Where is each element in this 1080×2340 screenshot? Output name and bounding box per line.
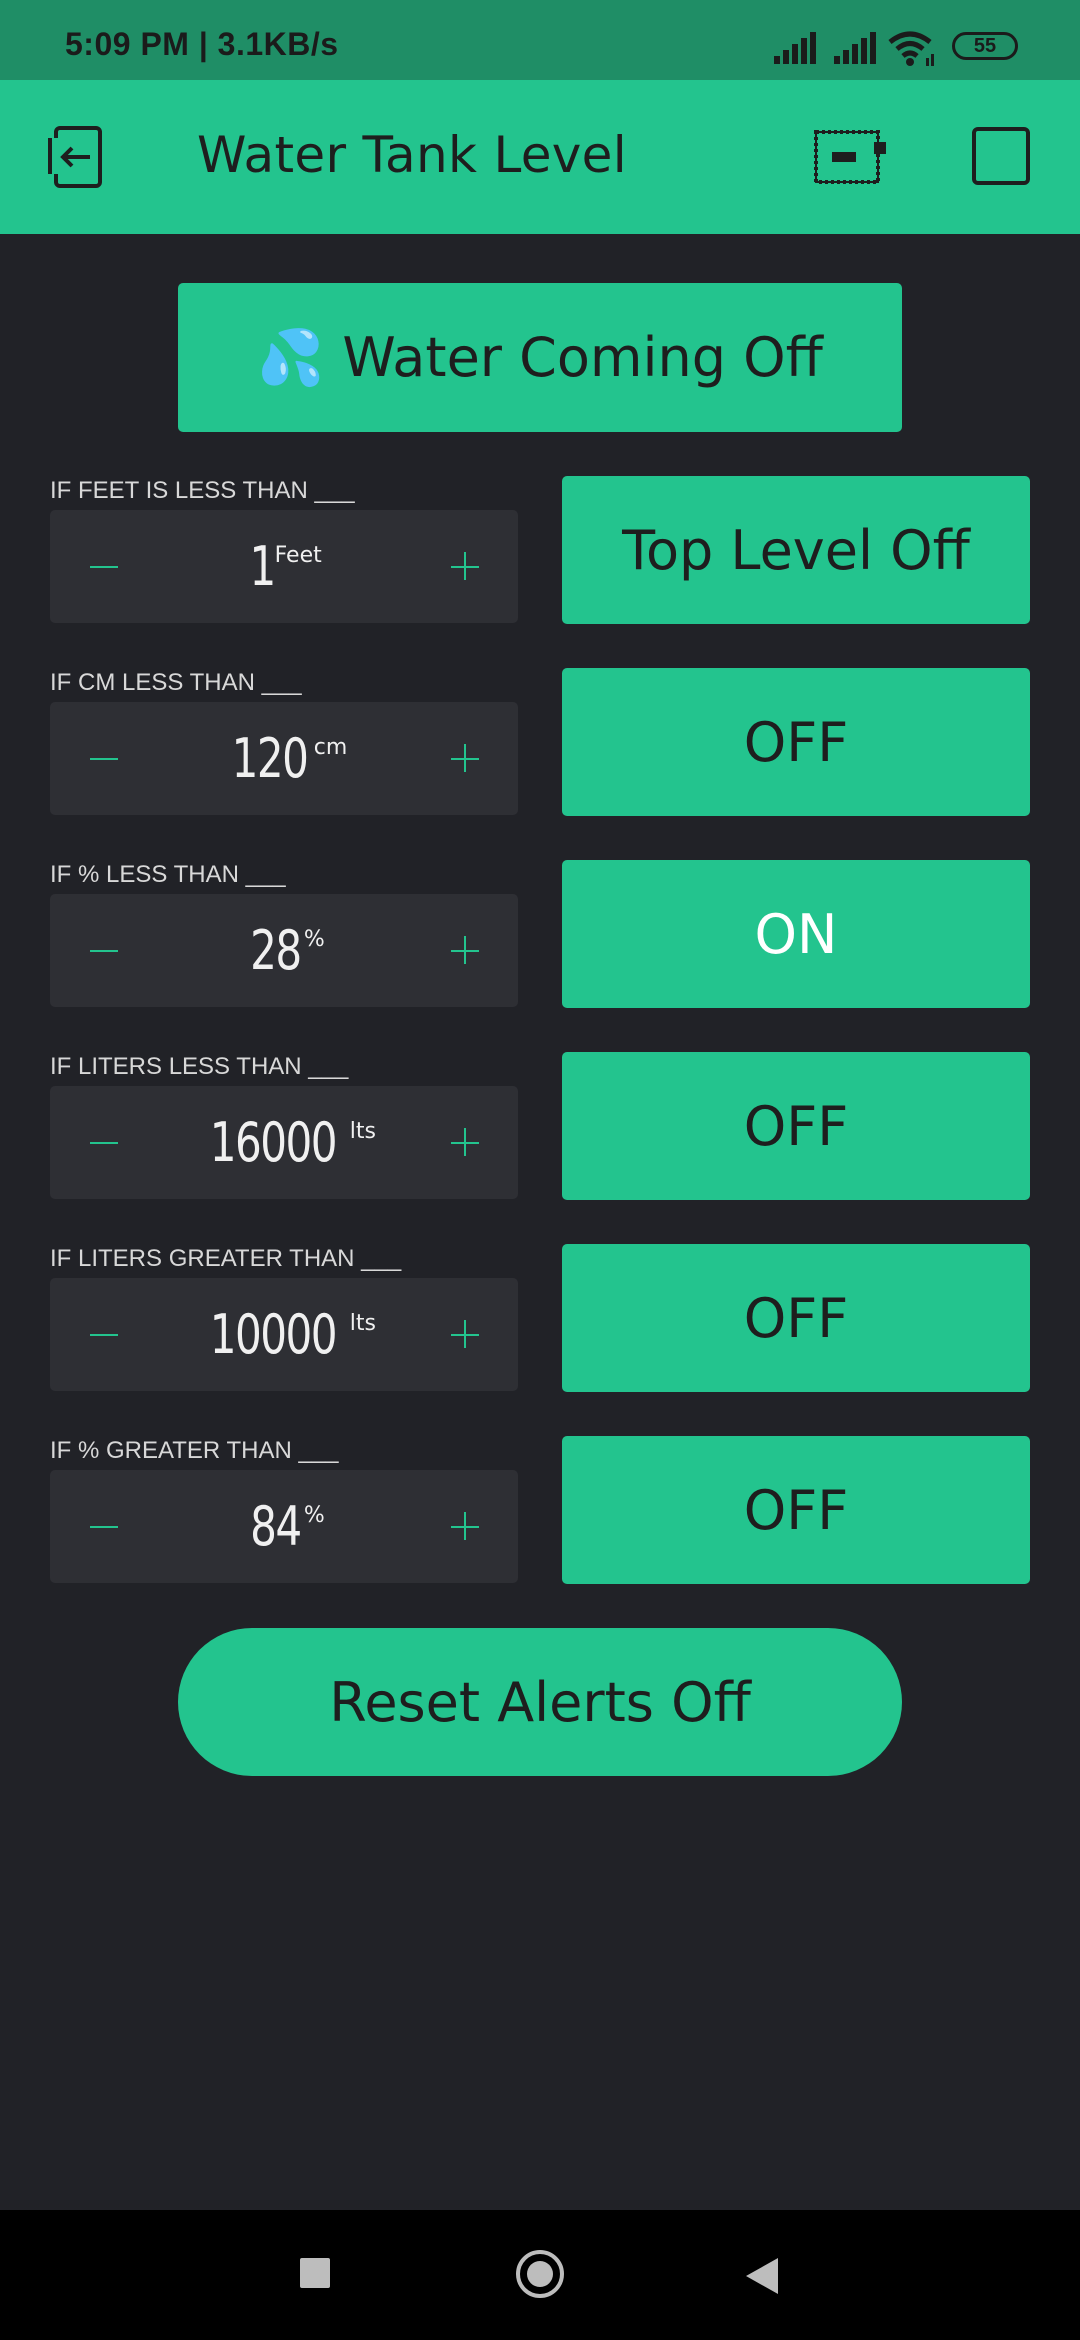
square-icon[interactable] [972, 127, 1030, 185]
plus-icon[interactable] [450, 740, 480, 776]
liters-less-toggle-button[interactable]: OFF [562, 1052, 1030, 1200]
plus-icon[interactable] [450, 1124, 480, 1160]
liters-greater-stepper: 10000 lts [50, 1278, 518, 1391]
cm-stepper: 120 cm [50, 702, 518, 815]
minus-icon[interactable] [90, 548, 120, 584]
rule-label: IF % GREATER THAN ___ [50, 1437, 339, 1464]
page-title: Water Tank Level [197, 126, 627, 184]
minus-icon[interactable] [90, 740, 120, 776]
home-icon[interactable] [516, 2250, 564, 2298]
water-coming-button[interactable]: 💦 Water Coming Off [178, 283, 902, 432]
navigation-bar [0, 2210, 1080, 2340]
stepper-value: 16000 lts [209, 1111, 376, 1174]
rule-label: IF LITERS LESS THAN ___ [50, 1053, 349, 1080]
minus-icon[interactable] [90, 1508, 120, 1544]
rule-label: IF LITERS GREATER THAN ___ [50, 1245, 402, 1272]
plus-icon[interactable] [450, 932, 480, 968]
water-coming-label: Water Coming Off [342, 326, 823, 389]
cm-toggle-button[interactable]: OFF [562, 668, 1030, 816]
signal-icon [834, 32, 876, 64]
liters-less-stepper: 16000 lts [50, 1086, 518, 1199]
rule-label: IF FEET IS LESS THAN ___ [50, 477, 355, 504]
reset-alerts-button[interactable]: Reset Alerts Off [178, 1628, 902, 1776]
percent-greater-toggle-button[interactable]: OFF [562, 1436, 1030, 1584]
device-icon[interactable] [812, 126, 886, 186]
stepper-value: 10000 lts [209, 1303, 376, 1366]
minus-icon[interactable] [90, 1124, 120, 1160]
feet-stepper: 1 Feet [50, 510, 518, 623]
wifi-icon [888, 31, 934, 66]
plus-icon[interactable] [450, 1508, 480, 1544]
percent-less-stepper: 28% [50, 894, 518, 1007]
stepper-value: 28% [250, 919, 325, 982]
stepper-value: 84% [250, 1495, 325, 1558]
percent-greater-stepper: 84% [50, 1470, 518, 1583]
status-time: 5:09 PM | 3.1KB/s [65, 26, 339, 62]
stepper-value: 1 Feet [249, 535, 322, 598]
water-drops-icon: 💦 [257, 325, 325, 389]
signal-icon [774, 32, 816, 64]
top-level-toggle-button[interactable]: Top Level Off [562, 476, 1030, 624]
stepper-value: 120 cm [231, 727, 348, 790]
minus-icon[interactable] [90, 1316, 120, 1352]
rule-label: IF % LESS THAN ___ [50, 861, 286, 888]
liters-greater-toggle-button[interactable]: OFF [562, 1244, 1030, 1392]
app-bar: Water Tank Level [0, 80, 1080, 234]
back-icon[interactable] [42, 124, 108, 190]
recents-icon[interactable] [300, 2258, 330, 2288]
back-triangle-icon[interactable] [744, 2256, 780, 2296]
plus-icon[interactable] [450, 548, 480, 584]
status-bar: 5:09 PM | 3.1KB/s 55 [0, 0, 1080, 80]
percent-less-toggle-button[interactable]: ON [562, 860, 1030, 1008]
rule-label: IF CM LESS THAN ___ [50, 669, 302, 696]
minus-icon[interactable] [90, 932, 120, 968]
battery-icon: 55 [952, 32, 1018, 60]
plus-icon[interactable] [450, 1316, 480, 1352]
